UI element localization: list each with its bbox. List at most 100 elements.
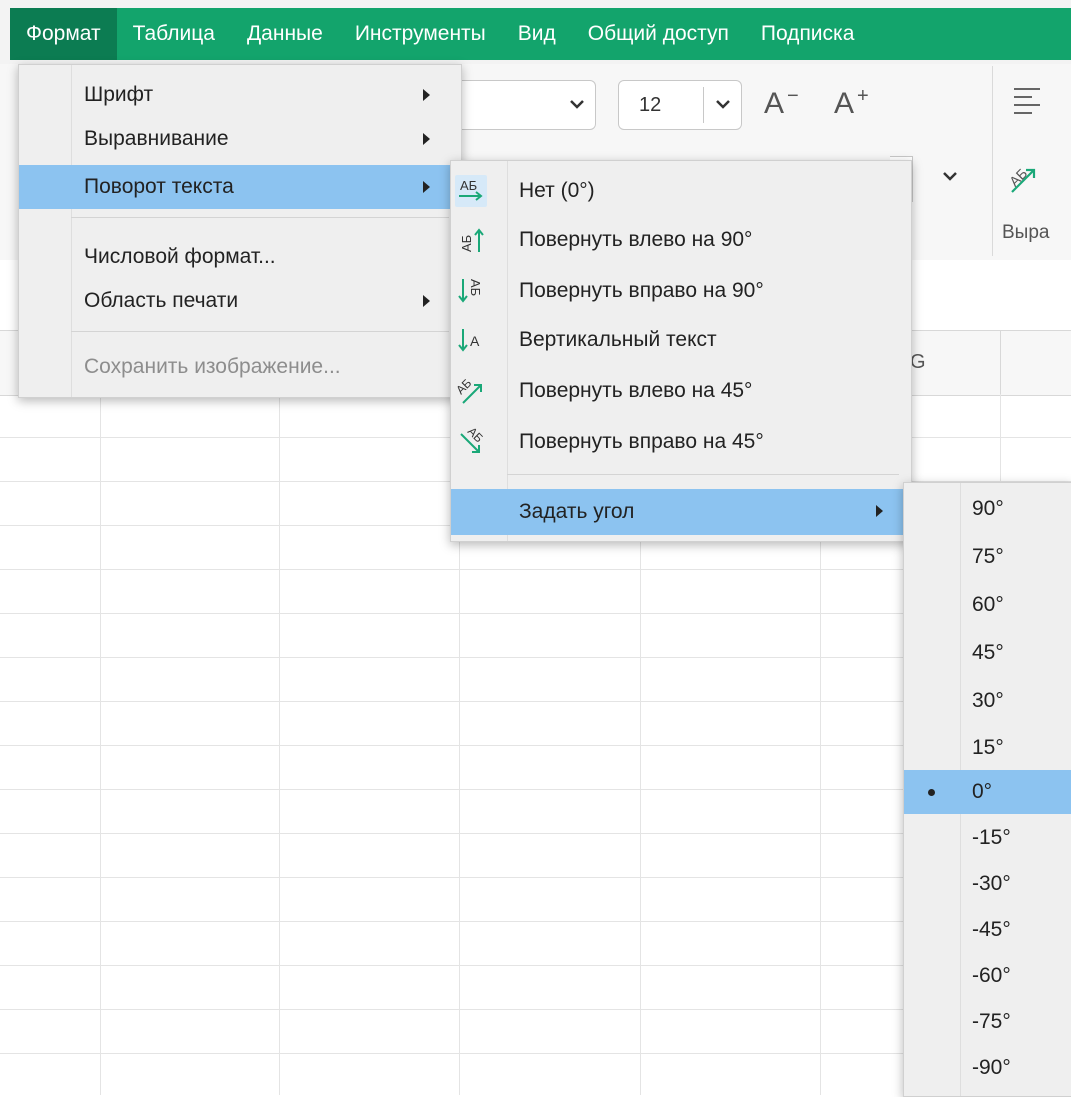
menu-separator [507, 474, 899, 475]
toolbar-divider [992, 66, 993, 256]
font-size-divider [703, 87, 704, 123]
no-rotation-icon: АБ [455, 175, 487, 207]
submenu-arrow-icon [423, 89, 430, 101]
submenu-arrow-icon [423, 181, 430, 193]
rotate-left-90-icon: АБ [455, 224, 487, 256]
column-header-partial[interactable]: G [910, 351, 926, 374]
font-name-select[interactable] [460, 80, 596, 130]
menu-separator [71, 217, 449, 218]
menu-item-label: 75° [972, 545, 1004, 568]
increase-font-size-button[interactable]: A + [834, 80, 869, 128]
alignment-group-label: Выра [1002, 222, 1050, 243]
menu-item-label: -75° [972, 1010, 1011, 1033]
menu-item-label: -90° [972, 1056, 1011, 1079]
menu-item-label: 60° [972, 593, 1004, 616]
menu-item-label: 0° [972, 780, 993, 803]
menu-item-rotate-left-45[interactable]: АБ Повернуть влево на 45° [451, 369, 911, 413]
menu-sharing[interactable]: Общий доступ [572, 8, 745, 60]
submenu-arrow-icon [423, 295, 430, 307]
angle-option-minus-30[interactable]: -30° [904, 862, 1071, 906]
menubar-strip: Формат Таблица Данные Инструменты Вид Об… [10, 8, 1071, 60]
menu-item-label: 15° [972, 736, 1004, 759]
menu-item-label: Повернуть влево на 90° [519, 228, 753, 251]
menu-item-label: -15° [972, 826, 1011, 849]
vertical-text-icon: А [455, 324, 487, 356]
submenu-arrow-icon [876, 505, 883, 517]
rotate-right-90-icon: АБ [455, 275, 487, 307]
menu-data[interactable]: Данные [231, 8, 339, 60]
submenu-arrow-icon [423, 133, 430, 145]
menu-item-label: Сохранить изображение... [84, 355, 341, 378]
menu-item-rotate-right-45[interactable]: АБ Повернуть вправо на 45° [451, 420, 911, 464]
menu-item-text-rotation[interactable]: Поворот текста [19, 165, 461, 209]
menu-subscription[interactable]: Подписка [745, 8, 871, 60]
text-rotation-icon[interactable]: АБ [1002, 158, 1042, 198]
menu-item-label: Область печати [84, 289, 239, 312]
rotate-right-45-icon: АБ [455, 424, 487, 458]
menu-item-vertical-text[interactable]: А Вертикальный текст [451, 318, 911, 362]
format-menu: Шрифт Выравнивание Поворот текста Числов… [18, 64, 462, 398]
menu-item-label: -45° [972, 918, 1011, 941]
angle-option-90[interactable]: 90° [904, 487, 1071, 531]
decrease-font-size-glyph: A [764, 87, 785, 120]
menu-item-label: 30° [972, 689, 1004, 712]
menu-item-set-angle[interactable]: Задать угол [451, 489, 911, 535]
angle-option-45[interactable]: 45° [904, 631, 1071, 675]
angle-option-minus-90[interactable]: -90° [904, 1046, 1071, 1090]
font-size-value[interactable]: 12 [639, 81, 661, 129]
angle-option-75[interactable]: 75° [904, 535, 1071, 579]
increase-font-size-glyph: A [834, 87, 855, 120]
menu-format[interactable]: Формат [10, 8, 117, 60]
angle-option-0[interactable]: 0° [904, 770, 1071, 814]
set-angle-menu: 90° 75° 60° 45° 30° 15° 0° -15° -30° -45… [903, 482, 1071, 1097]
font-size-select[interactable]: 12 [618, 80, 742, 130]
decrease-font-size-button[interactable]: A − [764, 80, 799, 128]
menu-item-label: 90° [972, 497, 1004, 520]
menu-item-print-area[interactable]: Область печати [19, 279, 461, 323]
angle-option-minus-75[interactable]: -75° [904, 1000, 1071, 1044]
menu-item-rotate-left-90[interactable]: АБ Повернуть влево на 90° [451, 218, 911, 262]
menu-tools[interactable]: Инструменты [339, 8, 502, 60]
menubar: Формат Таблица Данные Инструменты Вид Об… [0, 0, 1071, 64]
menu-item-label: Нет (0°) [519, 179, 595, 202]
angle-option-minus-15[interactable]: -15° [904, 816, 1071, 860]
menu-item-label: -30° [972, 872, 1011, 895]
menu-item-number-format[interactable]: Числовой формат... [19, 235, 461, 279]
angle-option-60[interactable]: 60° [904, 583, 1071, 627]
angle-option-15[interactable]: 15° [904, 726, 1071, 770]
selected-bullet-icon [928, 789, 935, 796]
angle-option-30[interactable]: 30° [904, 679, 1071, 723]
icon-glyph: АБ [465, 426, 486, 445]
icon-glyph: АБ [460, 178, 477, 193]
chevron-down-icon[interactable] [713, 93, 733, 115]
menu-item-label: -60° [972, 964, 1011, 987]
angle-option-minus-45[interactable]: -45° [904, 908, 1071, 952]
menu-item-font[interactable]: Шрифт [19, 73, 461, 117]
align-left-icon[interactable] [1014, 88, 1040, 118]
menu-item-label: Повернуть вправо на 90° [519, 279, 764, 302]
menu-item-label: Числовой формат... [84, 245, 276, 268]
icon-glyph: АБ [468, 279, 483, 296]
menu-item-label: Задать угол [519, 500, 635, 523]
menu-item-save-image: Сохранить изображение... [19, 345, 461, 389]
menu-table[interactable]: Таблица [117, 8, 231, 60]
menu-item-label: Шрифт [84, 83, 154, 106]
angle-option-minus-60[interactable]: -60° [904, 954, 1071, 998]
rotate-left-45-icon: АБ [453, 375, 487, 407]
menu-item-label: 45° [972, 641, 1004, 664]
menu-item-no-rotation[interactable]: АБ Нет (0°) [451, 169, 911, 213]
menu-item-label: Выравнивание [84, 127, 229, 150]
column-divider [1000, 331, 1001, 395]
chevron-down-icon[interactable] [942, 166, 958, 187]
menu-view[interactable]: Вид [502, 8, 572, 60]
menu-item-label: Поворот текста [84, 175, 234, 198]
text-rotation-menu: АБ Нет (0°) АБ Повернуть влево на 90° АБ… [450, 160, 912, 542]
menu-item-alignment[interactable]: Выравнивание [19, 117, 461, 161]
icon-glyph: АБ [459, 235, 474, 252]
chevron-down-icon[interactable] [567, 93, 587, 115]
menu-item-rotate-right-90[interactable]: АБ Повернуть вправо на 90° [451, 269, 911, 313]
icon-glyph: А [470, 333, 480, 349]
menu-item-label: Повернуть влево на 45° [519, 379, 753, 402]
menu-separator [71, 331, 449, 332]
menu-item-label: Вертикальный текст [519, 328, 717, 351]
